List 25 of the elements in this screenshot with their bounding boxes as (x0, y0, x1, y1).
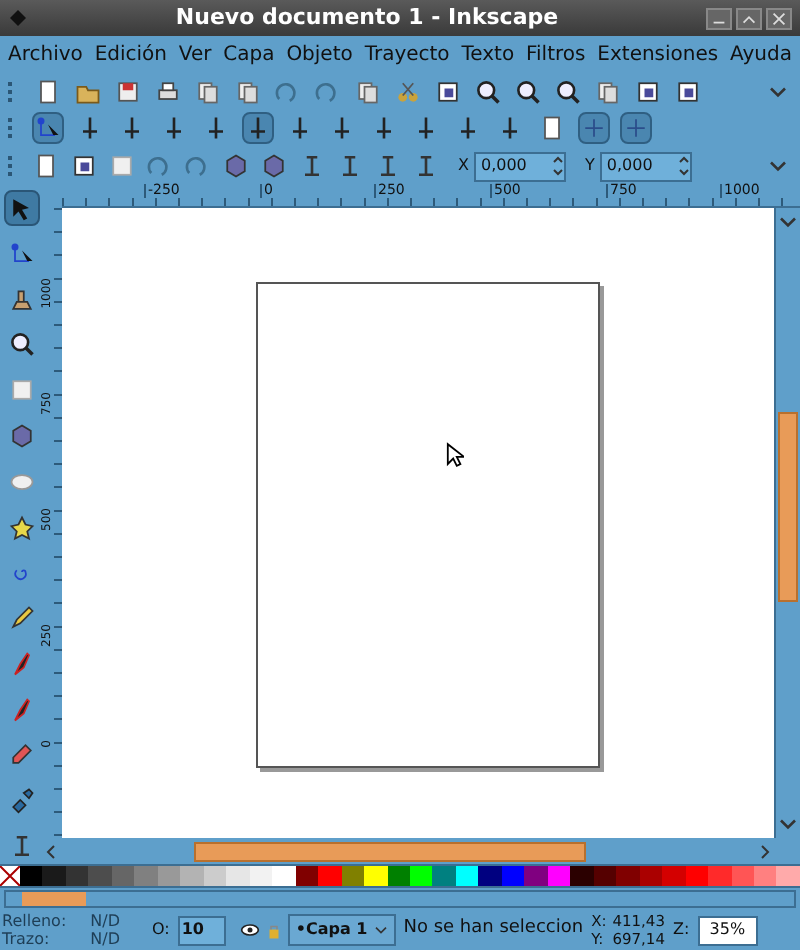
menu-item[interactable]: Objeto (284, 40, 355, 70)
fill-value: N/D (90, 912, 120, 930)
stroke-value: N/D (90, 930, 120, 948)
stroke-label: Trazo: (2, 930, 52, 948)
zoom-field[interactable]: 35% (697, 915, 758, 945)
menu-item[interactable]: Ayuda (728, 40, 794, 70)
opacity-label: O: (152, 918, 170, 942)
menu-item[interactable]: Trayecto (362, 40, 452, 70)
layer-dropdown[interactable]: •Capa 1 (287, 914, 396, 946)
menu-item[interactable]: Extensiones (595, 40, 721, 70)
menu-item[interactable]: Ver (176, 40, 214, 70)
coordinate-field[interactable]: 0,000 (474, 151, 567, 181)
coordinate-label: X (458, 154, 469, 178)
menu-item[interactable]: Archivo (6, 40, 85, 70)
opacity-field[interactable]: 10 (177, 915, 226, 945)
menu-item[interactable]: Filtros (524, 40, 588, 70)
window-title: Nuevo documento 1 - Inkscape (173, 1, 561, 34)
menu-item[interactable]: Texto (459, 40, 517, 70)
coordinate-field[interactable]: 0,000 (600, 151, 693, 181)
menu-item[interactable]: Capa (221, 40, 277, 70)
zoom-label: Z: (672, 918, 690, 942)
coordinate-label: Y (584, 154, 595, 178)
fill-label: Relleno: (2, 912, 67, 930)
status-message: No se han seleccion (403, 916, 584, 943)
menu-item[interactable]: Edición (92, 40, 169, 70)
